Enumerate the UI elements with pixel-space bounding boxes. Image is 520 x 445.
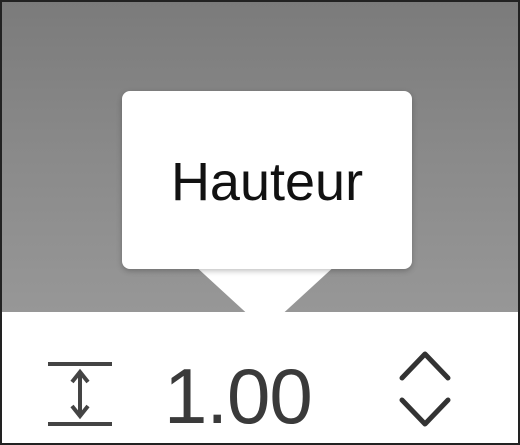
height-control: 1.00 [2, 312, 518, 443]
chevron-down-icon[interactable] [394, 392, 456, 432]
height-value-input[interactable]: 1.00 [164, 356, 364, 436]
tooltip: Hauteur [122, 91, 412, 269]
screenshot-frame: Hauteur 1.00 [0, 0, 520, 445]
height-spacing-icon [48, 362, 112, 426]
height-stepper [394, 346, 456, 434]
chevron-up-icon[interactable] [394, 346, 456, 386]
tooltip-label: Hauteur [170, 152, 364, 212]
